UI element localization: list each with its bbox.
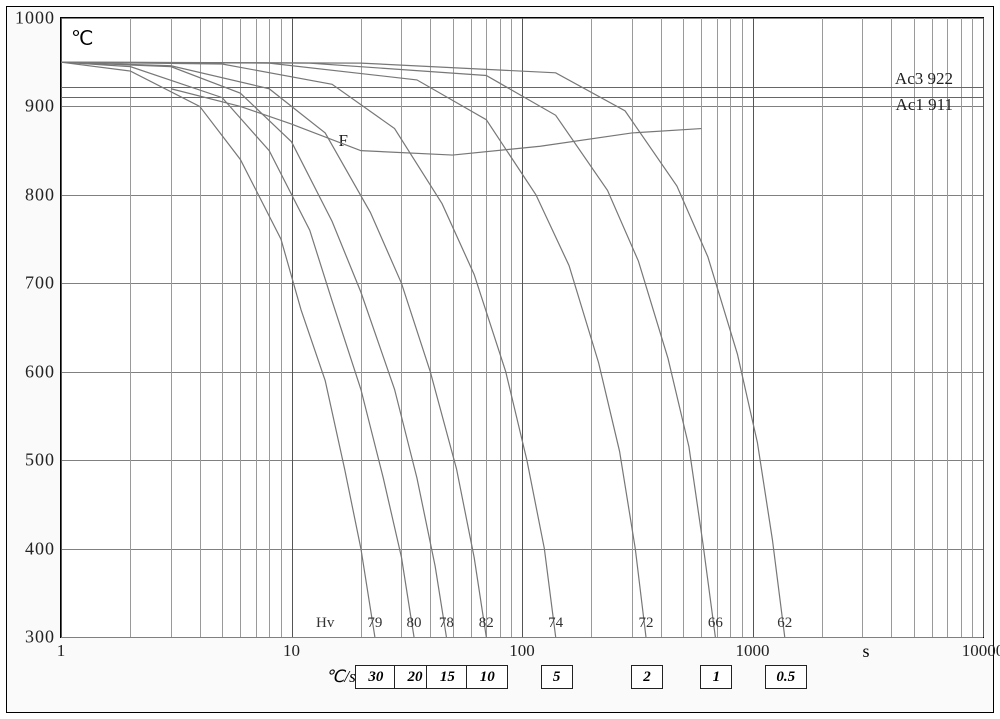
- hv-heading: Hv: [316, 615, 334, 632]
- cooling-curve: [171, 89, 701, 155]
- hv-value: 62: [777, 615, 792, 632]
- y-tick-label: 900: [25, 96, 55, 117]
- hv-value: 80: [407, 615, 422, 632]
- hv-value: 74: [548, 615, 563, 632]
- cooling-curve: [61, 62, 715, 637]
- hv-value: 79: [367, 615, 382, 632]
- cooling-rate-box: 15: [426, 665, 468, 689]
- plot-area: ℃ 3004005006007008009001000 Ac3 922 Ac1 …: [60, 17, 984, 638]
- cooling-curve: [61, 62, 556, 637]
- cooling-rate-row: ℃/s 302015105210.5: [61, 665, 983, 691]
- cooling-rate-box: 10: [466, 665, 508, 689]
- x-tick-label: 1000: [736, 641, 770, 661]
- hv-value: 66: [708, 615, 723, 632]
- x-tick-label: 1: [57, 641, 66, 661]
- y-gridline: [61, 637, 983, 638]
- y-tick-label: 800: [25, 184, 55, 205]
- curves-svg: [61, 18, 983, 637]
- cooling-rate-box: 2: [631, 665, 663, 689]
- x-unit-label: s: [862, 641, 869, 662]
- cooling-rate-box: 0.5: [765, 665, 807, 689]
- cooling-curve: [61, 62, 486, 637]
- figure-frame: ℃ 3004005006007008009001000 Ac3 922 Ac1 …: [0, 0, 1000, 719]
- x-gridline: [983, 18, 984, 637]
- cooling-curve: [61, 62, 446, 637]
- hv-value: 82: [479, 615, 494, 632]
- y-tick-label: 500: [25, 450, 55, 471]
- x-tick-label: 100: [509, 641, 535, 661]
- hv-value: 78: [439, 615, 454, 632]
- cooling-rate-box: 30: [355, 665, 397, 689]
- y-tick-label: 700: [25, 273, 55, 294]
- cooling-rate-box: 1: [700, 665, 732, 689]
- y-tick-label: 1000: [15, 8, 55, 29]
- y-tick-label: 300: [25, 627, 55, 648]
- cooling-rate-unit: ℃/s: [325, 667, 355, 687]
- y-tick-label: 400: [25, 538, 55, 559]
- hv-value: 72: [638, 615, 653, 632]
- x-tick-label: 10: [283, 641, 300, 661]
- x-tick-label: 10000: [962, 641, 1000, 661]
- cooling-curve: [61, 62, 375, 637]
- y-tick-label: 600: [25, 361, 55, 382]
- cooling-rate-box: 5: [541, 665, 573, 689]
